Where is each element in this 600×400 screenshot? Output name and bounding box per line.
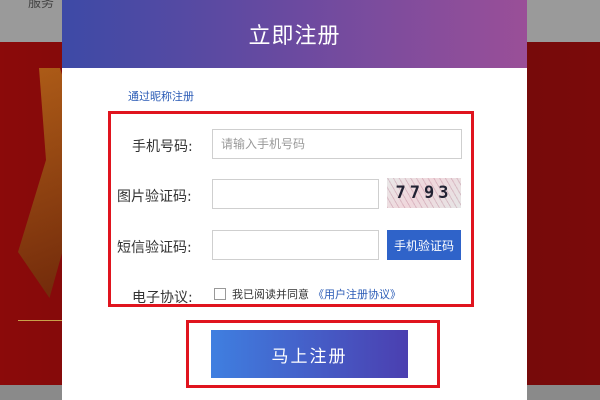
image-captcha-label: 图片验证码: — [117, 189, 192, 205]
nickname-register-link[interactable]: 通过昵称注册 — [128, 88, 194, 104]
agreement-checkbox-text: 我已阅读并同意 — [232, 288, 309, 301]
register-modal: 立即注册 通过昵称注册 手机号码: 图片验证码: 7793 短信验证码: 手机验… — [62, 0, 527, 400]
user-agreement-link[interactable]: 《用户注册协议》 — [313, 286, 401, 302]
modal-title: 立即注册 — [248, 24, 341, 49]
agreement-row: 我已阅读并同意 《用户注册协议》 — [214, 286, 401, 302]
agreement-checkbox[interactable] — [214, 288, 226, 300]
background-divider — [18, 320, 63, 321]
sms-code-input[interactable] — [212, 230, 379, 260]
background-top-text: 服务 — [28, 0, 55, 11]
image-captcha-input[interactable] — [212, 179, 379, 209]
agreement-label: 电子协议: — [132, 290, 193, 306]
captcha-text: 7793 — [395, 183, 453, 203]
register-form-panel: 通过昵称注册 手机号码: 图片验证码: 7793 短信验证码: 手机验证码 电子… — [62, 68, 527, 400]
phone-label: 手机号码: — [132, 139, 193, 155]
register-submit-button[interactable]: 马上注册 — [211, 330, 408, 378]
send-sms-code-button[interactable]: 手机验证码 — [387, 230, 461, 260]
sms-code-label: 短信验证码: — [117, 240, 192, 256]
phone-input[interactable] — [212, 129, 462, 159]
captcha-image[interactable]: 7793 — [387, 178, 461, 208]
